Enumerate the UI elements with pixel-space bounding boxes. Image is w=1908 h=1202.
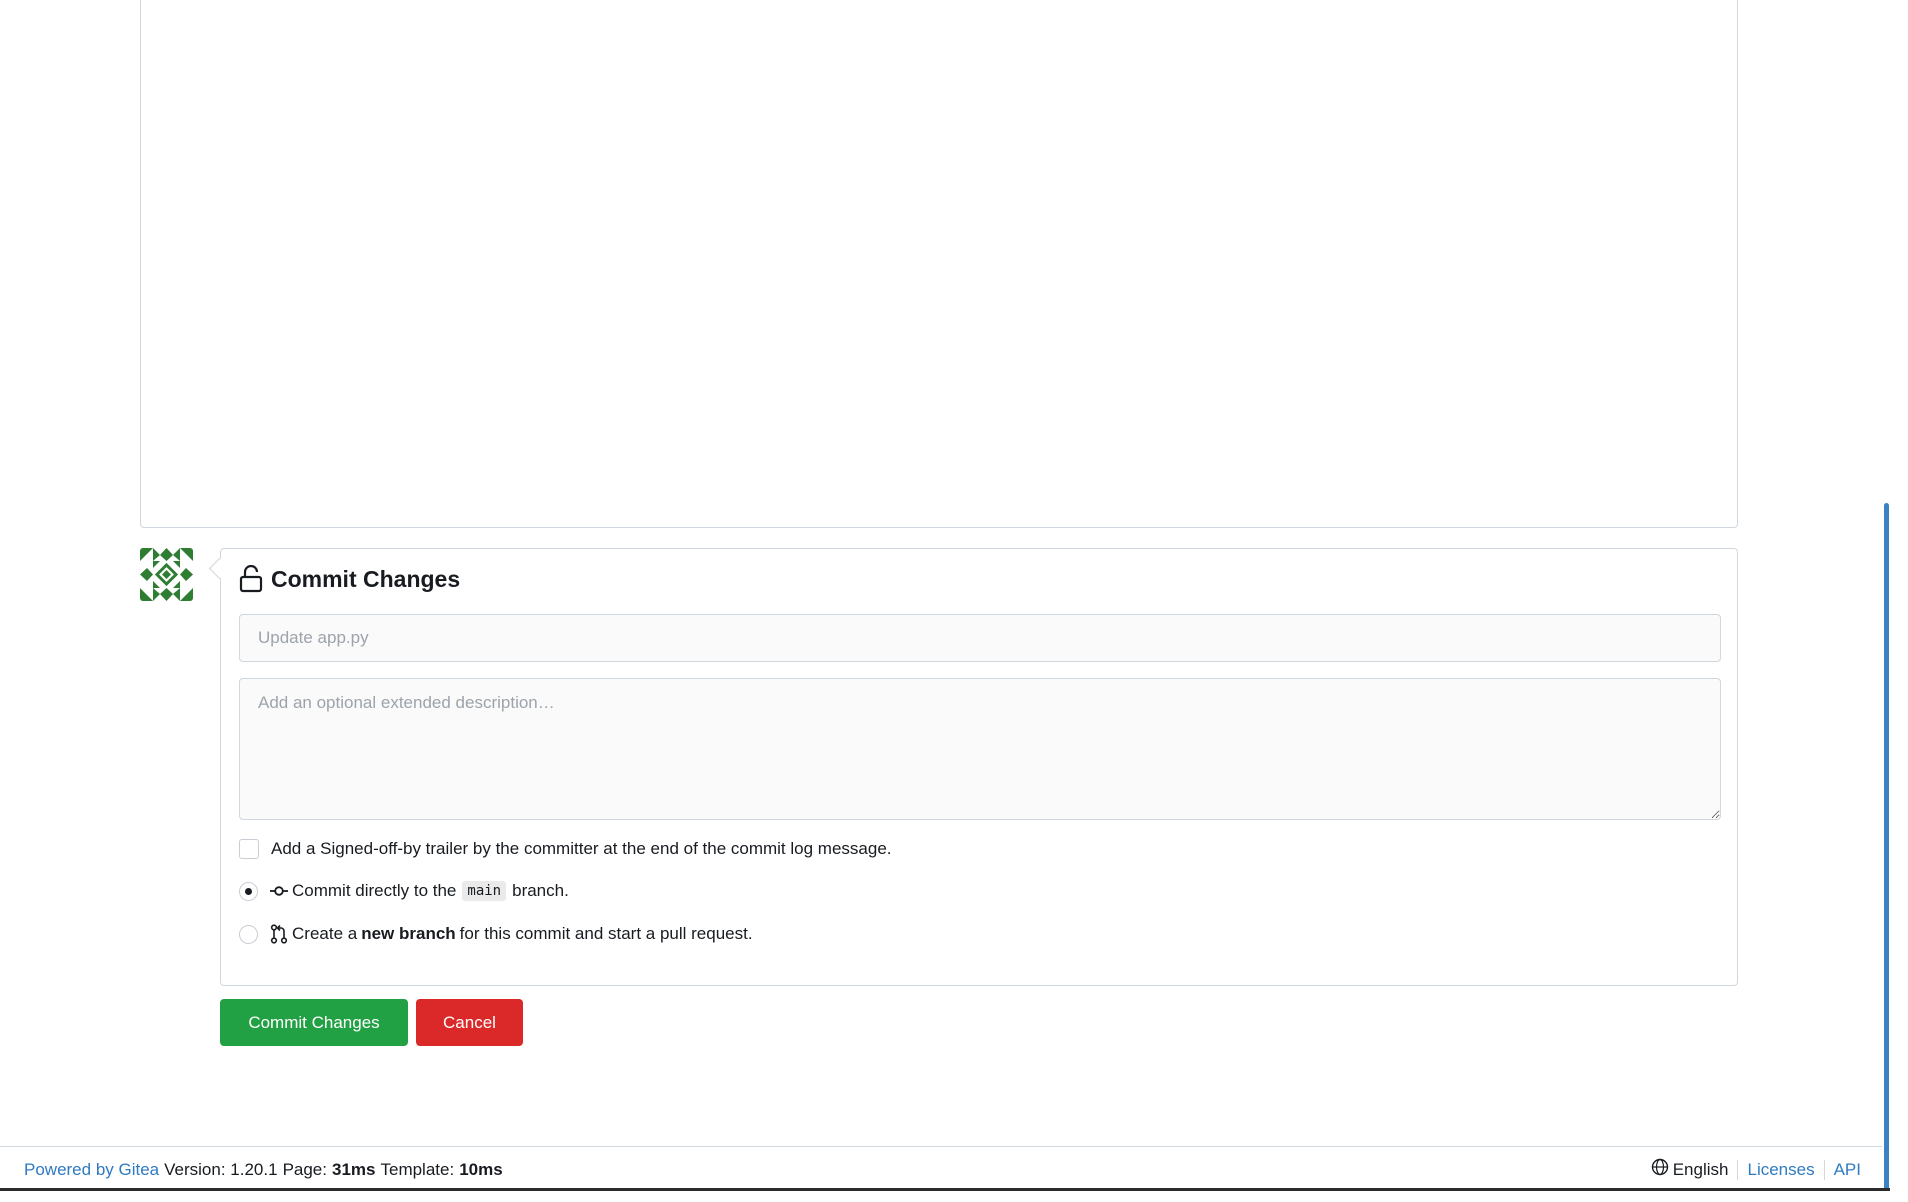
powered-by-link[interactable]: Powered by Gitea <box>24 1160 159 1180</box>
window-bottom-edge <box>0 1188 1890 1202</box>
commit-newbranch-prefix: Create a <box>292 924 358 943</box>
identicon-image <box>140 548 193 601</box>
cancel-button[interactable]: Cancel <box>416 999 523 1046</box>
footer-divider <box>1737 1159 1739 1180</box>
page-time: 31ms <box>332 1159 376 1179</box>
commit-form-header: Commit Changes <box>239 565 460 593</box>
page-footer: Powered by Gitea Version: 1.20.1 Page: 3… <box>0 1146 1885 1192</box>
language-label: English <box>1672 1159 1729 1179</box>
commit-direct-suffix: branch. <box>512 881 569 900</box>
commit-direct-prefix: Commit directly to the <box>292 881 457 900</box>
commit-form-title: Commit Changes <box>271 565 461 592</box>
api-link[interactable]: API <box>1834 1160 1861 1180</box>
commit-newbranch-suffix: for this commit and start a pull request… <box>459 924 753 943</box>
branch-name: main <box>462 881 507 901</box>
commit-newbranch-option[interactable]: Create a new branch for this commit and … <box>239 924 753 944</box>
signoff-option[interactable]: Add a Signed-off-by trailer by the commi… <box>239 839 892 859</box>
commit-newbranch-radio[interactable] <box>239 924 258 944</box>
avatar[interactable] <box>140 548 193 601</box>
template-label: Template: <box>380 1159 455 1179</box>
language-selector[interactable]: English <box>1651 1158 1729 1181</box>
signoff-label: Add a Signed-off-by trailer by the commi… <box>271 839 892 858</box>
git-commit-icon <box>270 882 288 900</box>
page-label: Page: <box>282 1159 327 1179</box>
commit-newbranch-bold: new branch <box>361 924 456 943</box>
scrollbar-thumb[interactable] <box>1884 503 1889 1193</box>
unlock-icon <box>239 565 263 593</box>
globe-icon <box>1651 1158 1669 1181</box>
licenses-link[interactable]: Licenses <box>1747 1160 1814 1180</box>
signoff-checkbox[interactable] <box>239 839 259 859</box>
page-scrollbar[interactable] <box>1882 0 1894 1202</box>
page: Commit Changes Add a Signed-off-by trail… <box>0 0 1908 1202</box>
git-pull-request-icon <box>270 924 288 944</box>
template-time: 10ms <box>459 1159 503 1179</box>
commit-summary-input[interactable] <box>239 614 1721 662</box>
file-editor[interactable] <box>140 0 1738 528</box>
footer-divider <box>1823 1159 1825 1180</box>
footer-right: English Licenses API <box>1651 1158 1861 1181</box>
footer-left: Powered by Gitea Version: 1.20.1 Page: 3… <box>24 1160 503 1180</box>
commit-direct-option[interactable]: Commit directly to the main branch. <box>239 881 569 901</box>
commit-direct-radio[interactable] <box>239 881 258 901</box>
commit-changes-button[interactable]: Commit Changes <box>220 999 408 1046</box>
version-text: Version: 1.20.1 <box>164 1159 278 1179</box>
commit-description-textarea[interactable] <box>239 678 1721 820</box>
commit-form: Commit Changes Add a Signed-off-by trail… <box>220 548 1738 986</box>
